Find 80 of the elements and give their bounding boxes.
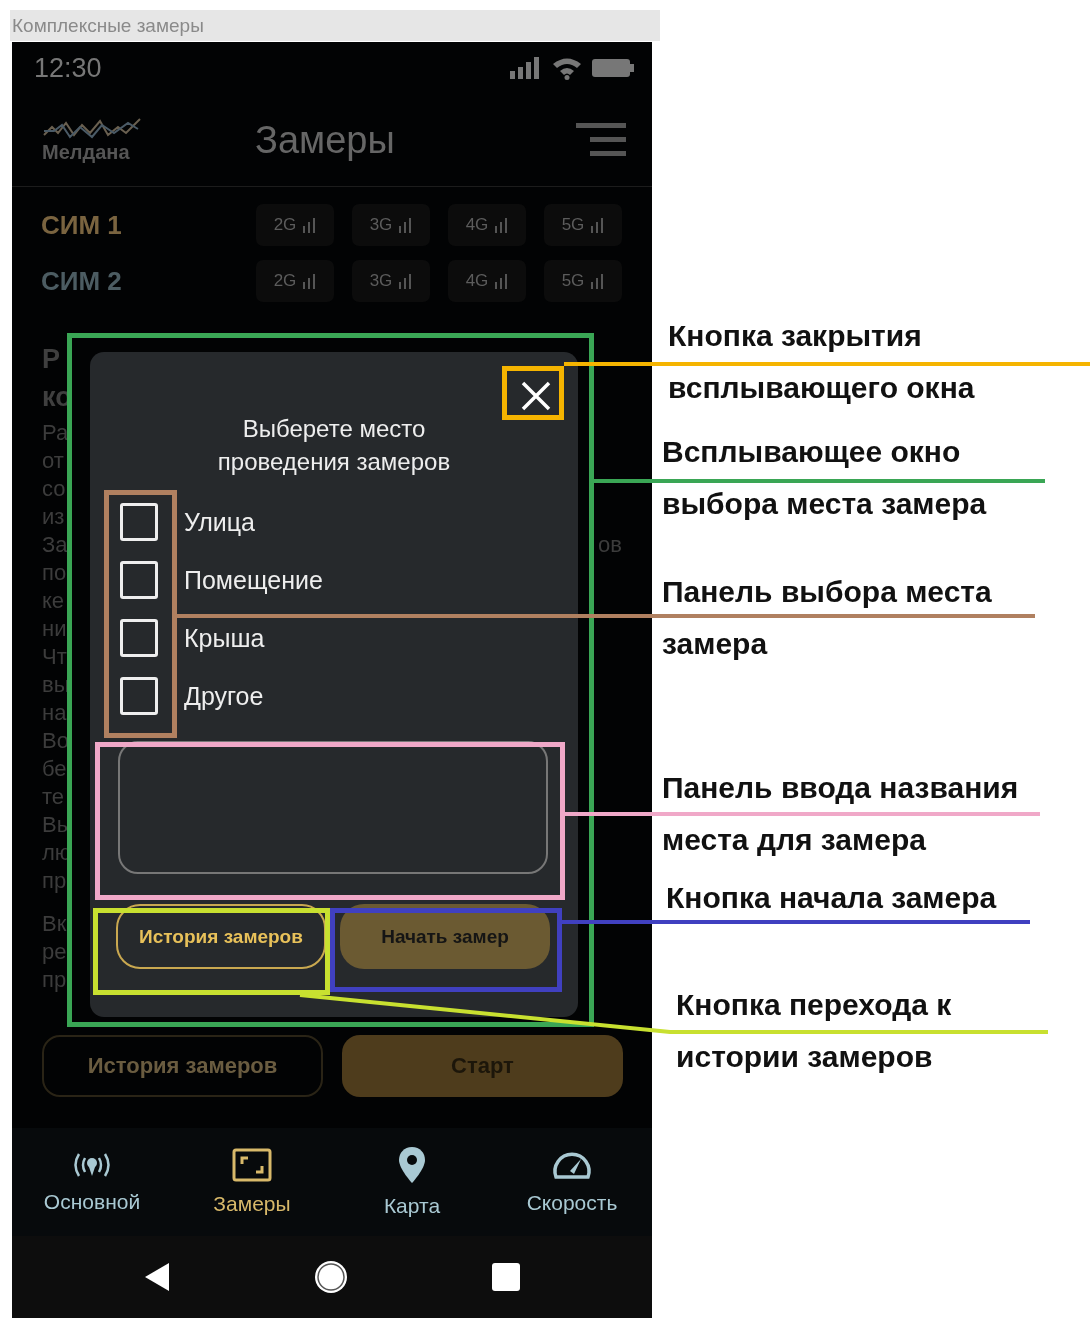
annotation-label: Панель выбора места	[662, 575, 992, 609]
body-text: пр	[42, 868, 67, 895]
heading-text: Р	[42, 344, 61, 376]
annotation-label: Кнопка начала замера	[666, 881, 997, 915]
dialog-title: Выберете место проведения замеров	[216, 414, 452, 477]
annotation-label: выбора места замера	[662, 487, 987, 521]
logo-wave-icon	[42, 116, 142, 141]
input-field[interactable]	[118, 741, 548, 874]
signal-icon	[510, 57, 542, 79]
network-chip[interactable]: 4G	[448, 204, 526, 246]
signal-bars-icon	[398, 273, 413, 289]
nav-tab[interactable]: Карта	[332, 1128, 492, 1236]
body-text: ни	[42, 616, 67, 643]
annotation-label: Кнопка закрытия	[668, 319, 922, 353]
sim-label: СИМ 2	[41, 265, 123, 297]
body-text: ов	[598, 532, 622, 559]
checkbox[interactable]	[120, 619, 158, 657]
annotation-label: Всплывающее окно	[662, 435, 961, 469]
network-chip[interactable]: 5G	[544, 204, 622, 246]
signal-bars-icon	[590, 273, 605, 289]
signal-bars-icon	[590, 217, 605, 233]
body-text: со	[42, 476, 66, 503]
annotation-label: замера	[662, 627, 768, 661]
body-text: пр	[42, 967, 67, 994]
body-text: бе	[42, 756, 67, 783]
map-pin-icon	[398, 1146, 426, 1184]
annotation-label: истории замеров	[676, 1040, 933, 1074]
network-chip[interactable]: 2G	[256, 204, 334, 246]
recents-icon[interactable]	[491, 1262, 521, 1292]
body-text: на	[42, 700, 67, 727]
sim-label: СИМ 1	[41, 209, 123, 241]
nav-tab[interactable]: Основной	[12, 1128, 172, 1236]
body-text: Чт	[42, 644, 67, 671]
body-text: Вк	[42, 911, 67, 938]
signal-bars-icon	[302, 217, 317, 233]
network-chip[interactable]: 3G	[352, 260, 430, 302]
annotation-label: места для замера	[662, 823, 926, 857]
signal-bars-icon	[494, 273, 509, 289]
close-icon[interactable]	[520, 380, 552, 412]
body-text: по	[42, 560, 67, 587]
start-button[interactable]: Начать замер	[340, 904, 550, 969]
body-text: Ра	[42, 420, 69, 447]
window-title: Комплексные замеры	[10, 10, 660, 41]
body-text: За	[42, 532, 68, 559]
nav-tab[interactable]: Скорость	[492, 1128, 652, 1236]
option-label[interactable]: Помещение	[184, 565, 323, 595]
signal-bars-icon	[398, 217, 413, 233]
network-chip[interactable]: 4G	[448, 260, 526, 302]
network-chip[interactable]: 3G	[352, 204, 430, 246]
body-text: ке	[42, 588, 65, 615]
battery-icon	[592, 57, 634, 79]
body-text: те	[42, 784, 65, 811]
history-button[interactable]: История замеров	[42, 1035, 323, 1097]
annotation-label: Панель ввода названия	[662, 771, 1019, 805]
back-icon[interactable]	[143, 1261, 171, 1293]
signal-bars-icon	[494, 217, 509, 233]
screen-title: Замеры	[255, 118, 396, 162]
option-label[interactable]: Крыша	[184, 623, 265, 653]
status-time: 12:30	[34, 52, 102, 84]
body-text: из	[42, 504, 65, 531]
checkbox[interactable]	[120, 503, 158, 541]
annotation-label: Кнопка перехода к	[676, 988, 952, 1022]
annotation-label: всплывающего окна	[668, 371, 975, 405]
checkbox[interactable]	[120, 677, 158, 715]
home-icon[interactable]	[313, 1259, 349, 1295]
network-chip[interactable]: 5G	[544, 260, 622, 302]
logo-text: Мелдана	[42, 140, 131, 164]
body-text: Во	[42, 728, 69, 755]
option-label[interactable]: Улица	[184, 507, 255, 537]
option-label[interactable]: Другое	[184, 681, 264, 711]
signal-bars-icon	[302, 273, 317, 289]
wifi-icon	[552, 56, 582, 80]
body-text: ре	[42, 939, 67, 966]
history-button[interactable]: История замеров	[116, 904, 326, 969]
network-chip[interactable]: 2G	[256, 260, 334, 302]
menu-icon[interactable]	[576, 123, 626, 157]
frame-icon	[232, 1148, 272, 1182]
checkbox[interactable]	[120, 561, 158, 599]
body-text: от	[42, 448, 64, 475]
nav-tab[interactable]: Замеры	[172, 1128, 332, 1236]
